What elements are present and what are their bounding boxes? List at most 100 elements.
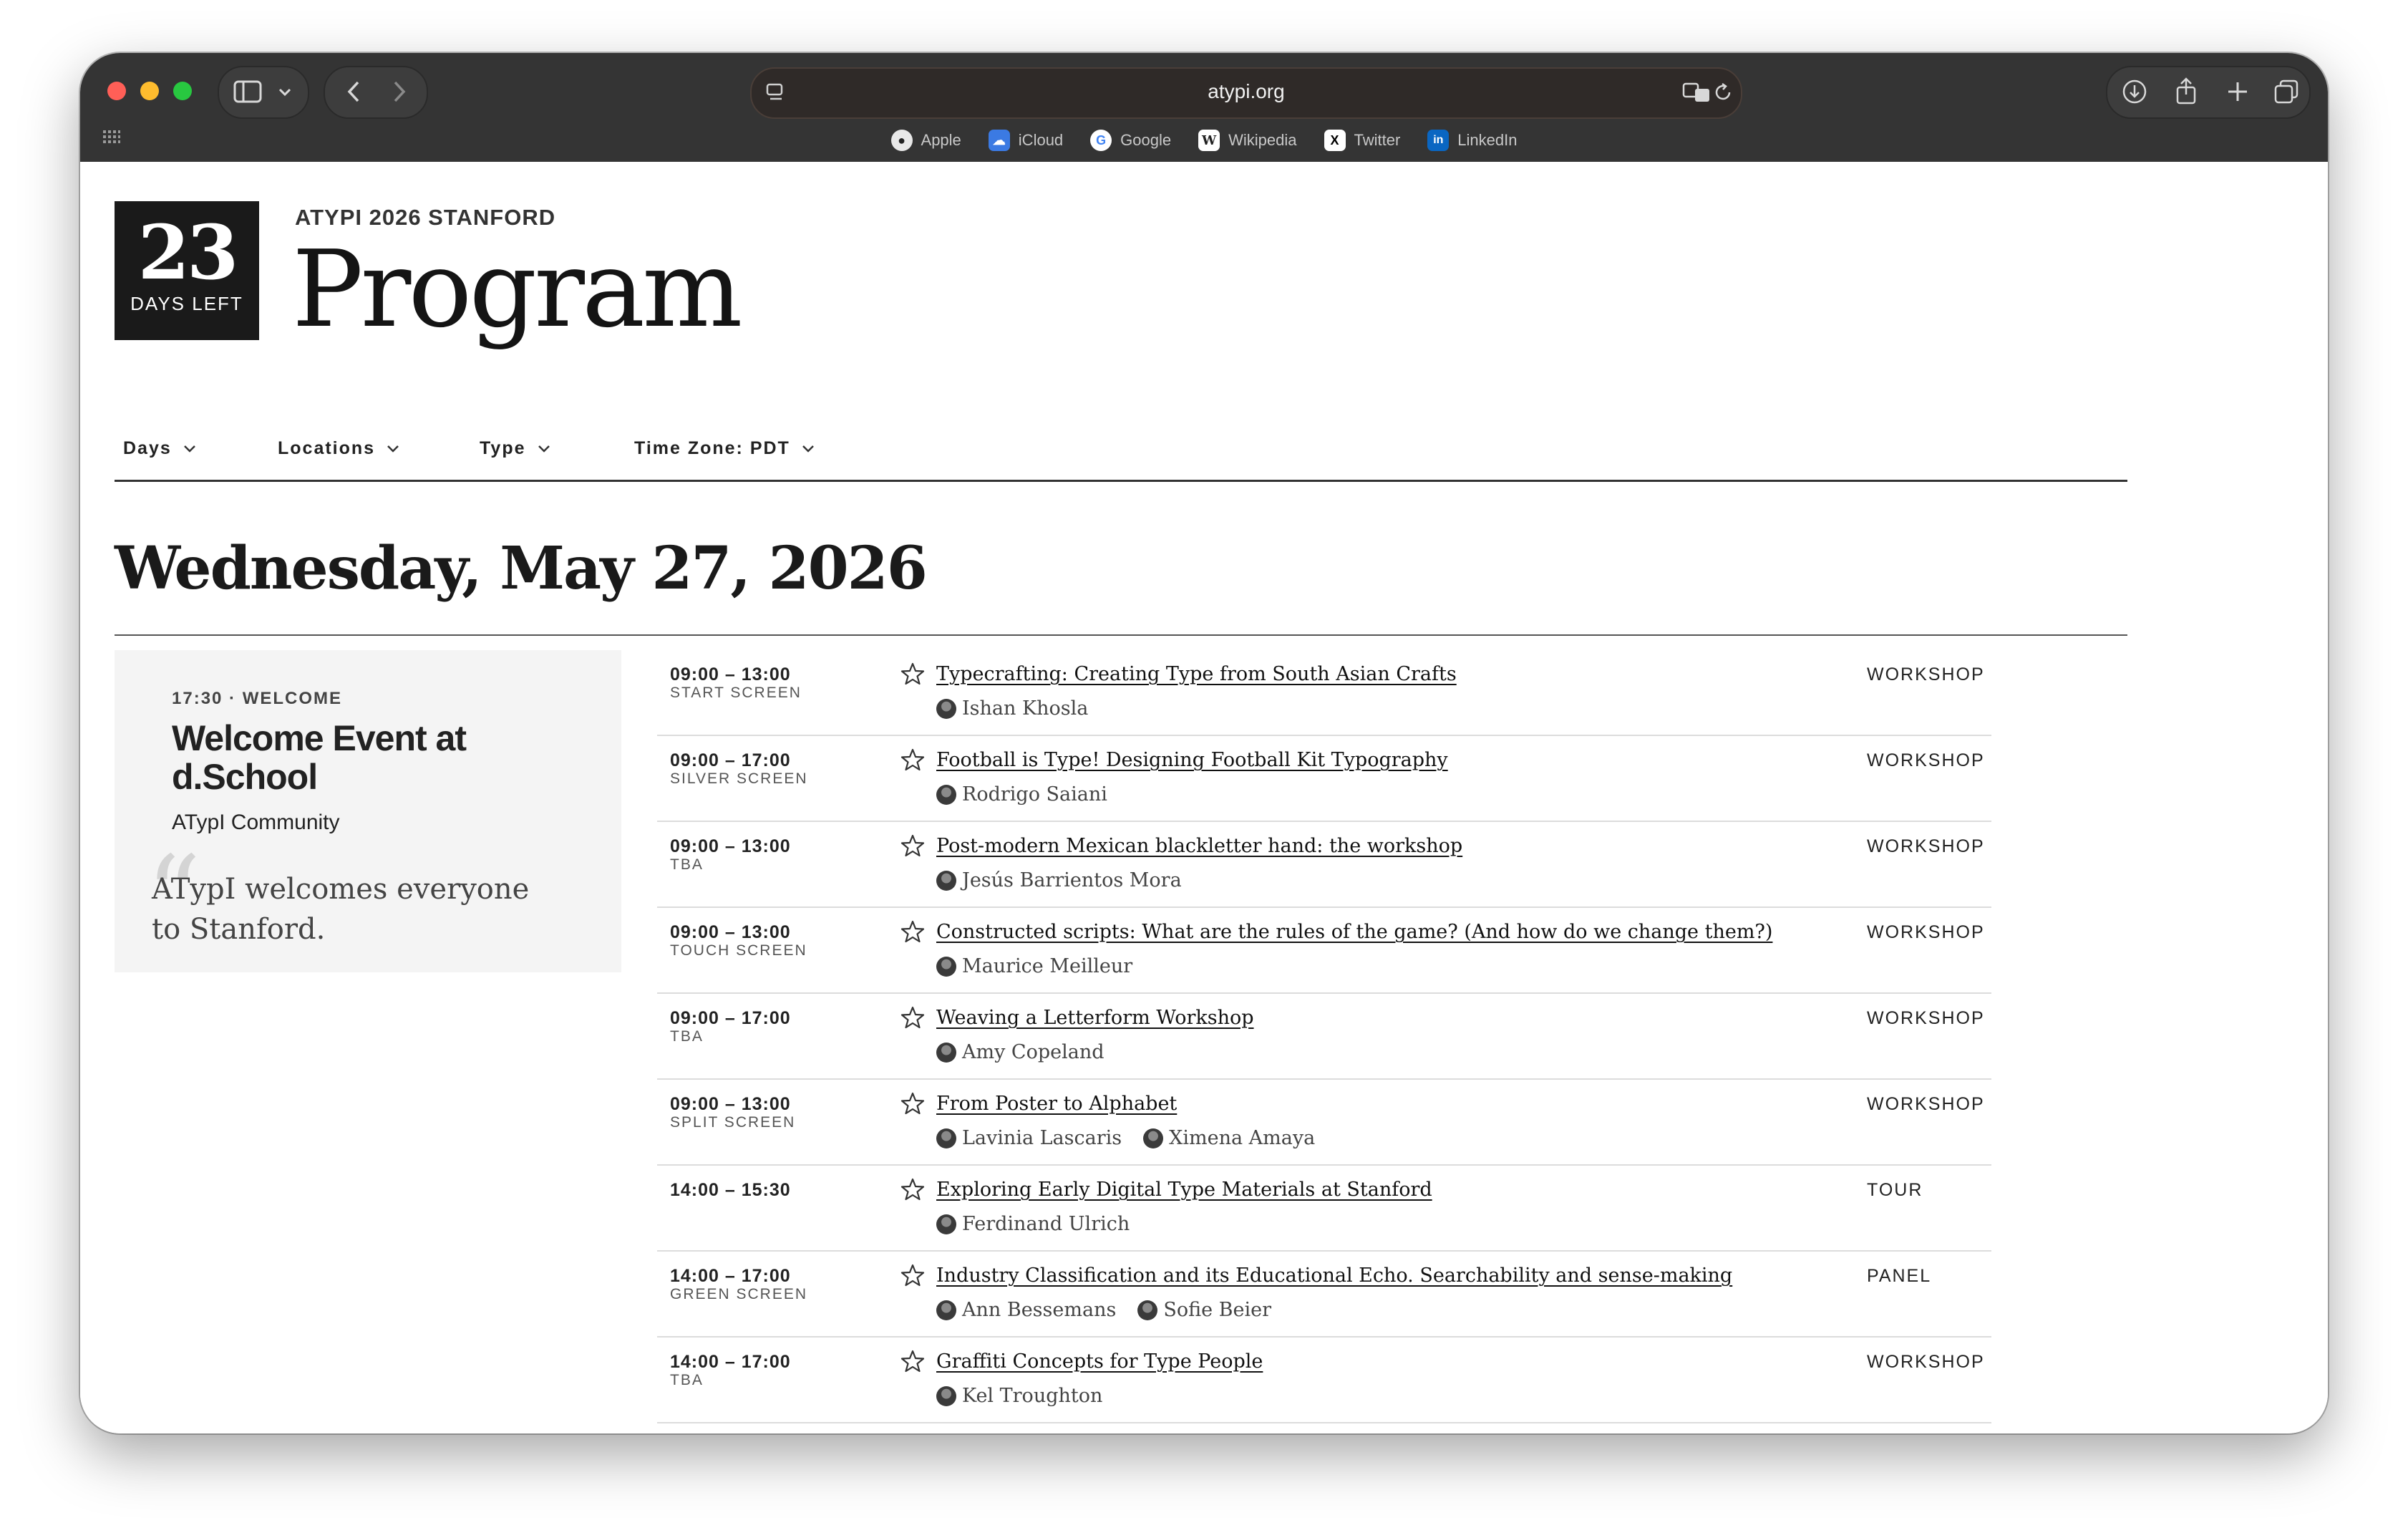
speaker[interactable]: Kel Troughton — [936, 1385, 1102, 1407]
day-divider — [115, 634, 2127, 636]
star-icon[interactable] — [900, 748, 925, 772]
speaker-name: Amy Copeland — [962, 1041, 1105, 1063]
session-title-link[interactable]: Graffiti Concepts for Type People — [936, 1350, 1263, 1373]
chevron-down-icon[interactable] — [278, 87, 292, 97]
session-time: 14:00 – 17:00 — [670, 1352, 791, 1372]
session-title-link[interactable]: Post-modern Mexican blackletter hand: th… — [936, 835, 1462, 857]
speaker-name: Ishan Khosla — [962, 697, 1089, 720]
session-title-link[interactable]: Football is Type! Designing Football Kit… — [936, 749, 1448, 771]
filter-label: Type — [480, 438, 526, 458]
sidebar-icon[interactable] — [233, 80, 262, 103]
speaker[interactable]: Maurice Meilleur — [936, 955, 1132, 977]
favorite-apple[interactable]: ● Apple — [890, 130, 961, 151]
session-title-link[interactable]: From Poster to Alphabet — [936, 1093, 1177, 1115]
session-type: PANEL — [1867, 1266, 1932, 1286]
tab-overview-icon[interactable] — [2273, 79, 2299, 105]
speaker[interactable]: Ishan Khosla — [936, 697, 1088, 720]
session-title-link[interactable]: Industry Classification and its Educatio… — [936, 1264, 1732, 1287]
speaker[interactable]: Ximena Amaya — [1143, 1127, 1315, 1149]
favorite-google[interactable]: G Google — [1090, 130, 1171, 151]
speaker[interactable]: Ann Bessemans — [936, 1299, 1116, 1321]
reload-icon[interactable] — [1712, 82, 1734, 103]
translate-icon[interactable] — [1682, 82, 1711, 103]
days-left-number: 23 — [137, 208, 239, 296]
favorite-twitter[interactable]: X Twitter — [1324, 130, 1401, 151]
avatar — [936, 1385, 956, 1406]
session-title-link[interactable]: Exploring Early Digital Type Materials a… — [936, 1179, 1432, 1201]
star-icon[interactable] — [900, 1091, 925, 1116]
session-row: 14:00 – 17:00 TBA Graffiti Concepts for … — [657, 1338, 1991, 1423]
welcome-title[interactable]: Welcome Event at d.School — [172, 719, 544, 796]
favorites-bar: ● Apple ☁ iCloud G Google W Wikipedia X … — [80, 127, 2328, 153]
session-row: 09:00 – 13:00 TBA Post-modern Mexican bl… — [657, 822, 1991, 908]
share-icon[interactable] — [2173, 77, 2199, 106]
speaker-name: Rodrigo Saiani — [962, 783, 1107, 806]
speaker[interactable]: Ferdinand Ulrich — [936, 1213, 1130, 1235]
avatar — [936, 1042, 956, 1063]
download-icon[interactable] — [2122, 79, 2147, 105]
session-location: TOUCH SCREEN — [670, 942, 807, 959]
star-icon[interactable] — [900, 1005, 925, 1030]
speaker[interactable]: Lavinia Lascaris — [936, 1127, 1122, 1149]
speaker-name: Ferdinand Ulrich — [962, 1213, 1130, 1235]
days-left-badge: 23 DAYS LEFT — [115, 201, 259, 340]
star-icon[interactable] — [900, 1263, 925, 1287]
star-icon[interactable] — [900, 662, 925, 686]
filter-label: Locations — [278, 438, 376, 458]
star-icon[interactable] — [900, 1177, 925, 1201]
session-speakers: Ann Bessemans Sofie Beier — [936, 1299, 1271, 1321]
session-row: 14:00 – 15:30 Exploring Early Digital Ty… — [657, 1166, 1991, 1252]
page-content: 23 DAYS LEFT ATYPI 2026 STANFORD Program… — [80, 162, 2328, 1433]
zoom-window-button[interactable] — [173, 82, 192, 100]
session-row: 09:00 – 13:00 TOUCH SCREEN Constructed s… — [657, 908, 1991, 994]
session-speakers: Kel Troughton — [936, 1385, 1102, 1407]
speaker[interactable]: Amy Copeland — [936, 1041, 1105, 1063]
forward-icon[interactable] — [392, 80, 407, 103]
avatar — [936, 1300, 956, 1320]
speaker-name: Ximena Amaya — [1169, 1127, 1316, 1149]
session-title-link[interactable]: Typecrafting: Creating Type from South A… — [936, 663, 1457, 685]
session-type: WORKSHOP — [1867, 1094, 1985, 1114]
session-title-link[interactable]: Weaving a Letterform Workshop — [936, 1007, 1254, 1029]
welcome-card[interactable]: 17:30 · WELCOME Welcome Event at d.Schoo… — [115, 650, 621, 972]
session-time: 09:00 – 13:00 — [670, 664, 791, 685]
google-icon: G — [1090, 130, 1112, 151]
chevron-down-icon — [183, 445, 195, 453]
page-title: Program — [292, 228, 742, 351]
favorite-label: LinkedIn — [1457, 131, 1518, 149]
session-speakers: Lavinia Lascaris Ximena Amaya — [936, 1127, 1315, 1149]
filter-type[interactable]: Type — [480, 438, 550, 459]
favorite-icloud[interactable]: ☁ iCloud — [988, 130, 1064, 151]
filter-days[interactable]: Days — [123, 438, 196, 459]
favorite-label: iCloud — [1018, 131, 1064, 149]
session-time: 09:00 – 13:00 — [670, 1094, 791, 1114]
star-icon[interactable] — [900, 833, 925, 858]
favorite-wikipedia[interactable]: W Wikipedia — [1198, 130, 1297, 151]
avatar — [936, 784, 956, 805]
favorite-linkedin[interactable]: in LinkedIn — [1427, 130, 1517, 151]
favorite-label: Twitter — [1354, 131, 1401, 149]
apple-icon: ● — [890, 130, 913, 151]
new-tab-icon[interactable] — [2226, 80, 2249, 103]
url-text: atypi.org — [1208, 80, 1285, 102]
star-icon[interactable] — [900, 1349, 925, 1373]
session-type: WORKSHOP — [1867, 1352, 1985, 1372]
filter-locations[interactable]: Locations — [278, 438, 399, 459]
address-bar[interactable]: atypi.org — [750, 67, 1742, 119]
minimize-window-button[interactable] — [140, 82, 159, 100]
close-window-button[interactable] — [107, 82, 126, 100]
session-row: 09:00 – 13:00 START SCREEN Typecrafting:… — [657, 650, 1991, 736]
filter-time-zone[interactable]: Time Zone: PDT — [634, 438, 815, 459]
speaker-name: Jesús Barrientos Mora — [962, 869, 1182, 891]
star-icon[interactable] — [900, 919, 925, 944]
speaker[interactable]: Rodrigo Saiani — [936, 783, 1107, 806]
speaker-name: Sofie Beier — [1163, 1299, 1271, 1321]
favorite-label: Google — [1120, 131, 1172, 149]
session-time: 09:00 – 13:00 — [670, 836, 791, 856]
back-icon[interactable] — [346, 80, 361, 103]
speaker[interactable]: Jesús Barrientos Mora — [936, 869, 1182, 891]
speaker[interactable]: Sofie Beier — [1137, 1299, 1271, 1321]
session-location: GREEN SCREEN — [670, 1286, 808, 1302]
session-title-link[interactable]: Constructed scripts: What are the rules … — [936, 921, 1772, 943]
session-type: TOUR — [1867, 1180, 1923, 1200]
